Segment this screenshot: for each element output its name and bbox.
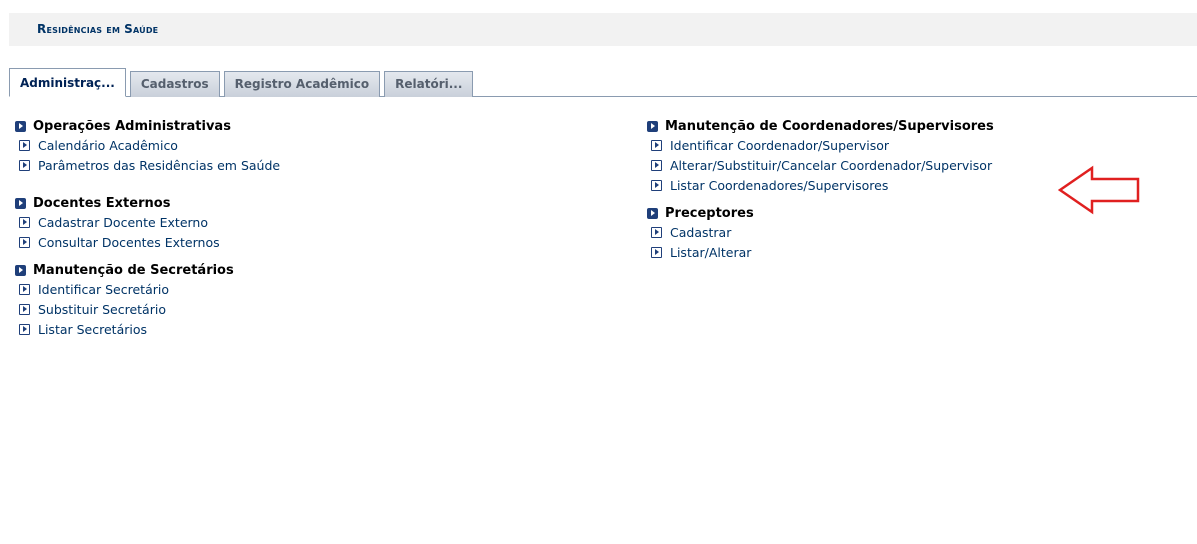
link-arrow-icon [651,179,662,191]
module-title-bar: Residências em Saúde [9,13,1197,46]
tab-bar: Administraç... Cadastros Registro Acadêm… [9,68,477,97]
section-bullet-icon [647,121,658,132]
link-arrow-icon [19,216,30,228]
tab-administracao[interactable]: Administraç... [9,68,126,97]
link-arrow-icon [19,303,30,315]
section-title: Manutenção de Secretários [15,262,280,279]
link-arrow-icon [19,236,30,248]
section-title: Manutenção de Coordenadores/Supervisores [647,118,994,135]
section-bullet-icon [15,121,26,132]
section-bullet-icon [15,198,26,209]
left-arrow-outline-icon [1058,165,1140,215]
section-preceptores: Preceptores Cadastrar Listar/Alterar [647,205,994,262]
section-title: Operações Administrativas [15,118,280,135]
menu-item-listar-secretarios[interactable]: Listar Secretários [15,319,280,339]
section-bullet-icon [647,208,658,219]
section-title: Docentes Externos [15,195,280,212]
link-arrow-icon [19,323,30,335]
annotation-arrow-shape [1058,165,1140,215]
link-arrow-icon [19,159,30,171]
link-arrow-icon [19,139,30,151]
section-docentes-externos: Docentes Externos Cadastrar Docente Exte… [15,195,280,252]
menu-item-alterar-substituir-cancelar-coordenador[interactable]: Alterar/Substituir/Cancelar Coordenador/… [647,155,994,175]
menu-item-calendario-academico[interactable]: Calendário Acadêmico [15,135,280,155]
right-menu-column: Manutenção de Coordenadores/Supervisores… [647,118,994,272]
menu-item-parametros-residencias[interactable]: Parâmetros das Residências em Saúde [15,155,280,175]
link-arrow-icon [651,139,662,151]
menu-item-cadastrar-preceptor[interactable]: Cadastrar [647,222,994,242]
menu-item-listar-coordenadores[interactable]: Listar Coordenadores/Supervisores [647,175,994,195]
tab-registro-academico[interactable]: Registro Acadêmico [223,71,381,97]
section-manutencao-coordenadores: Manutenção de Coordenadores/Supervisores… [647,118,994,195]
link-arrow-icon [651,226,662,238]
menu-item-consultar-docentes-externos[interactable]: Consultar Docentes Externos [15,232,280,252]
link-arrow-icon [19,283,30,295]
left-menu-column: Operações Administrativas Calendário Aca… [15,118,280,349]
link-arrow-icon [651,246,662,258]
section-operacoes-administrativas: Operações Administrativas Calendário Aca… [15,118,280,175]
menu-item-substituir-secretario[interactable]: Substituir Secretário [15,299,280,319]
section-title: Preceptores [647,205,994,222]
link-arrow-icon [651,159,662,171]
menu-item-listar-alterar-preceptores[interactable]: Listar/Alterar [647,242,994,262]
menu-item-identificar-coordenador[interactable]: Identificar Coordenador/Supervisor [647,135,994,155]
tab-cadastros[interactable]: Cadastros [129,71,220,97]
menu-item-cadastrar-docente-externo[interactable]: Cadastrar Docente Externo [15,212,280,232]
menu-item-identificar-secretario[interactable]: Identificar Secretário [15,279,280,299]
module-title: Residências em Saúde [37,22,159,36]
section-bullet-icon [15,265,26,276]
tab-relatorios[interactable]: Relatóri... [384,71,474,97]
section-manutencao-secretarios: Manutenção de Secretários Identificar Se… [15,262,280,339]
